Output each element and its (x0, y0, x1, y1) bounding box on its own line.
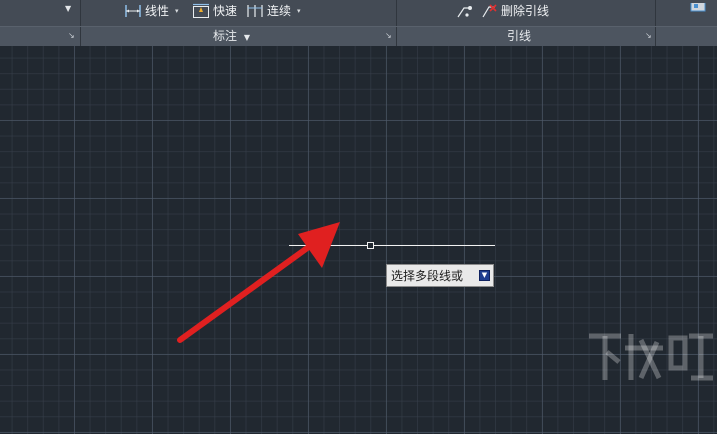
linear-dimension-label: 线性 (145, 4, 170, 18)
remove-leader-label: 删除引线 (501, 4, 550, 18)
add-leader-icon (457, 6, 472, 18)
panel-separator (655, 27, 656, 46)
dimension-panel-title[interactable]: 标注 ▼ (213, 27, 250, 46)
dropdown-arrow-icon[interactable]: ▼ (479, 270, 490, 281)
annotation-arrow-icon (177, 222, 340, 343)
chevron-down-icon[interactable]: ▼ (244, 33, 250, 42)
chevron-down-icon[interactable]: ▾ (297, 2, 301, 20)
ribbon: ▼ 线性 ▾ 快速 连续 ▾ 删除引线 ↘ 标注 ▼ ↘ 引线 ↘ (0, 0, 717, 46)
quick-dimension-label: 快速 (213, 4, 238, 18)
quick-dimension-button[interactable]: 快速 (192, 2, 237, 20)
watermark-logo-icon (589, 333, 713, 381)
ribbon-panel-title-bar: ↘ 标注 ▼ ↘ 引线 ↘ (0, 26, 717, 46)
panel-launcher-icon[interactable]: ↘ (385, 31, 394, 40)
quick-dimension-icon (193, 3, 209, 18)
linear-dimension-button[interactable]: 线性 ▾ (124, 2, 179, 20)
panel-separator (396, 27, 397, 46)
continue-dimension-label: 连续 (267, 4, 292, 18)
panel-launcher-icon[interactable]: ↘ (645, 31, 654, 40)
dimension-panel-title-text: 标注 (213, 29, 238, 43)
continue-dimension-button[interactable]: 连续 ▾ (246, 2, 301, 20)
remove-leader-button[interactable]: 删除引线 (480, 2, 549, 20)
remove-leader-icon (482, 4, 497, 18)
panel-launcher-icon[interactable]: ↘ (68, 31, 77, 40)
block-icon (690, 3, 706, 12)
leader-panel-title[interactable]: 引线 (507, 27, 531, 46)
linear-dimension-icon (125, 5, 141, 17)
tooltip-prompt-text: 选择多段线或 (391, 269, 464, 283)
ribbon-tools-row: ▼ 线性 ▾ 快速 连续 ▾ 删除引线 (0, 0, 717, 45)
add-leader-button[interactable] (456, 2, 474, 20)
crosshair-pickbox-icon (367, 242, 374, 249)
chevron-down-icon[interactable]: ▾ (175, 2, 179, 20)
panel-separator (80, 27, 81, 46)
dynamic-input-tooltip: 选择多段线或 ▼ (386, 264, 494, 287)
block-tool-button[interactable] (690, 2, 708, 20)
continue-dimension-icon (247, 5, 263, 17)
chevron-down-icon[interactable]: ▼ (65, 4, 71, 13)
